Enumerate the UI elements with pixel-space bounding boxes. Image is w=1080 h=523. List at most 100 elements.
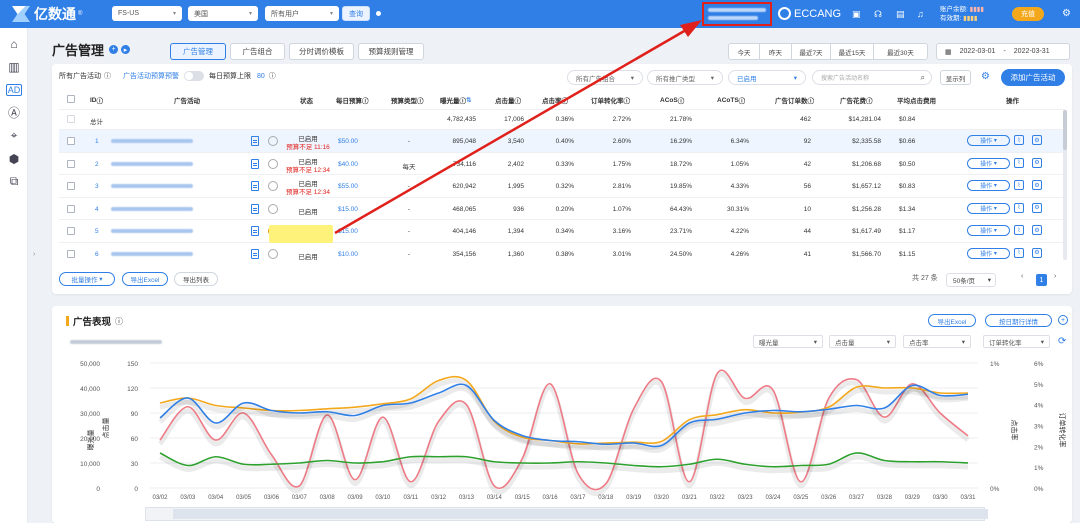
col-acots[interactable]: ACoTS ⓘ [717, 91, 745, 109]
row-budget[interactable]: $50.00 [338, 138, 358, 145]
col-clicks[interactable]: 点击量 ⓘ [495, 91, 521, 109]
perf-export-excel-button[interactable]: 导出Excel [928, 314, 976, 327]
budget-alert-link[interactable]: 广告活动预算预警 [123, 71, 179, 81]
gift-icon[interactable]: ▣ [852, 9, 861, 20]
row-budget[interactable]: $10.00 [338, 251, 358, 258]
row-checkbox[interactable] [67, 137, 75, 145]
collapse-arrow-icon[interactable]: › [33, 251, 35, 258]
message-icon[interactable]: ▤ [896, 9, 905, 20]
campaign-name-blurred[interactable] [111, 229, 193, 233]
tab-ad-management[interactable]: 广告管理 [170, 43, 226, 60]
box-icon[interactable]: ⬢ [0, 147, 28, 170]
plus-circle-icon[interactable]: + [1058, 315, 1068, 325]
portfolio-select[interactable]: 所有广告组合 ▾ [567, 70, 643, 85]
table-scrollbar[interactable] [1063, 110, 1067, 260]
logo[interactable]: 亿数通 ® [12, 4, 112, 24]
col-acos[interactable]: ACoS ⓘ [660, 91, 684, 109]
bell-icon[interactable]: ♫ [917, 9, 924, 19]
target-icon[interactable]: ⌖ [0, 124, 28, 147]
col-orders[interactable]: 广告订单数 ⓘ [775, 91, 814, 109]
type-select[interactable]: 所有推广类型 ▾ [647, 70, 723, 85]
row-budget[interactable]: $15.00 [338, 206, 358, 213]
row-actions-dropdown[interactable]: 操作 ▾ [967, 135, 1010, 146]
gear-icon[interactable]: ⚙ [1032, 135, 1042, 145]
recharge-button[interactable]: 充值 [1012, 7, 1044, 21]
gear-icon[interactable]: ⚙ [1032, 202, 1042, 213]
row-checkbox[interactable] [67, 227, 75, 235]
daily-cap-count[interactable]: 80 [257, 73, 265, 80]
search-icon[interactable]: ⌕ [921, 73, 925, 83]
col-impressions[interactable]: 曝光量 ⓘ ⇅ [440, 91, 471, 109]
col-campaign[interactable]: 广告活动 [174, 91, 200, 109]
campaign-name-blurred[interactable] [111, 251, 193, 256]
table-row[interactable]: 2 已启用 预算不足 12:34 $40.00 每天 734,116 2,402… [59, 151, 1065, 175]
row-actions-dropdown[interactable]: 操作 ▾ [967, 225, 1010, 236]
clock-icon[interactable] [268, 136, 278, 146]
row-actions-dropdown[interactable]: 操作 ▾ [967, 202, 1010, 214]
row-actions-dropdown[interactable]: 操作 ▾ [967, 247, 1010, 259]
campaign-name-blurred[interactable] [111, 139, 193, 143]
chart-icon[interactable]: ▥ [0, 55, 28, 78]
query-button[interactable]: 查询 [342, 6, 370, 21]
org-icon[interactable]: ⧉ [0, 170, 28, 193]
add-circle-icon[interactable]: + [109, 45, 119, 54]
trend-chart-icon[interactable]: ⌇ [1014, 135, 1024, 145]
store-select[interactable]: FS-US ▾ [112, 6, 182, 21]
row-checkbox[interactable] [67, 159, 75, 168]
budget-alert-toggle[interactable] [184, 71, 204, 81]
gear-icon[interactable]: ⚙ [1032, 225, 1042, 235]
trend-chart-icon[interactable]: ⌇ [1014, 202, 1024, 213]
metric-select-1[interactable]: 曝光量 ▾ [753, 335, 823, 348]
col-id[interactable]: ID ⓘ [90, 91, 103, 109]
col-cpc[interactable]: 平均点击费用 [897, 91, 936, 109]
campaign-name-blurred[interactable] [111, 184, 193, 188]
tab-portfolio[interactable]: 广告组合 [230, 43, 285, 60]
row-budget[interactable]: $15.00 [338, 228, 358, 235]
document-icon[interactable] [251, 226, 259, 236]
col-status[interactable]: 状态 [300, 91, 313, 109]
metric-select-3[interactable]: 点击率 ▾ [903, 335, 971, 348]
col-ctr[interactable]: 点击率 ⓘ [542, 91, 568, 109]
metric-select-2[interactable]: 点击量 ▾ [829, 335, 896, 348]
status-select[interactable]: 已启用 ▾ [728, 70, 806, 85]
user-select[interactable]: 所有用户 ▾ [265, 6, 339, 21]
table-row[interactable]: 1 已启用 预算不足 11:16 $50.00 - 895,048 3,540 … [59, 129, 1065, 152]
trend-chart-icon[interactable]: ⌇ [1014, 247, 1024, 258]
row-budget[interactable]: $40.00 [338, 161, 358, 168]
document-icon[interactable] [251, 158, 259, 169]
table-row[interactable]: 3 已启用 预算不足 12:34 $55.00 - 620,942 1,995 … [59, 174, 1065, 197]
document-icon[interactable] [251, 136, 259, 146]
add-campaign-button[interactable]: 添加广告活动 [1001, 69, 1065, 86]
metric-select-4[interactable]: 订单转化率 ▾ [983, 335, 1050, 348]
range-7days[interactable]: 最近7天 [791, 43, 831, 60]
clock-icon[interactable] [268, 203, 278, 214]
table-row[interactable]: 4 已启用 $15.00 - 468,065 936 0.20% 1.07% 6… [59, 196, 1065, 220]
col-budget-type[interactable]: 预算类型 ⓘ [391, 91, 424, 109]
site-select[interactable]: 美国 ▾ [188, 6, 258, 21]
chart-range-slider[interactable] [145, 507, 988, 521]
ads-icon[interactable]: AD [0, 78, 28, 101]
headset-icon[interactable]: ☊ [874, 9, 882, 20]
trend-chart-icon[interactable]: ⌇ [1014, 180, 1024, 190]
campaign-name-blurred[interactable] [111, 206, 193, 211]
range-today[interactable]: 今天 [728, 43, 760, 60]
ai-icon[interactable]: Ⓐ [0, 101, 28, 124]
page-size-select[interactable]: 50条/页 ▾ [946, 273, 996, 287]
clock-icon[interactable] [268, 248, 278, 259]
batch-action-button[interactable]: 批量操作 ▾ [59, 272, 115, 286]
tab-time-bid-template[interactable]: 分时调价模板 [289, 43, 354, 60]
export-excel-button[interactable]: 导出Excel [122, 272, 168, 286]
show-columns-button[interactable]: 显示列 [940, 70, 971, 85]
document-icon[interactable] [251, 203, 259, 214]
gear-icon[interactable]: ⚙ [1062, 8, 1071, 19]
document-icon[interactable] [251, 181, 259, 191]
page-number[interactable]: 1 [1036, 274, 1047, 286]
clock-icon[interactable] [268, 181, 278, 191]
date-range-picker[interactable]: ▦ 2022-03-01 - 2022-03-31 [936, 43, 1070, 60]
perf-detail-button[interactable]: 按日期行详情 [985, 314, 1052, 327]
col-spend[interactable]: 广告花费 ⓘ [840, 91, 873, 109]
home-icon[interactable]: ⌂ [0, 32, 28, 55]
trend-chart-icon[interactable]: ⌇ [1014, 157, 1024, 168]
next-page-icon[interactable]: › [1054, 273, 1056, 280]
select-all-checkbox[interactable] [67, 95, 75, 103]
